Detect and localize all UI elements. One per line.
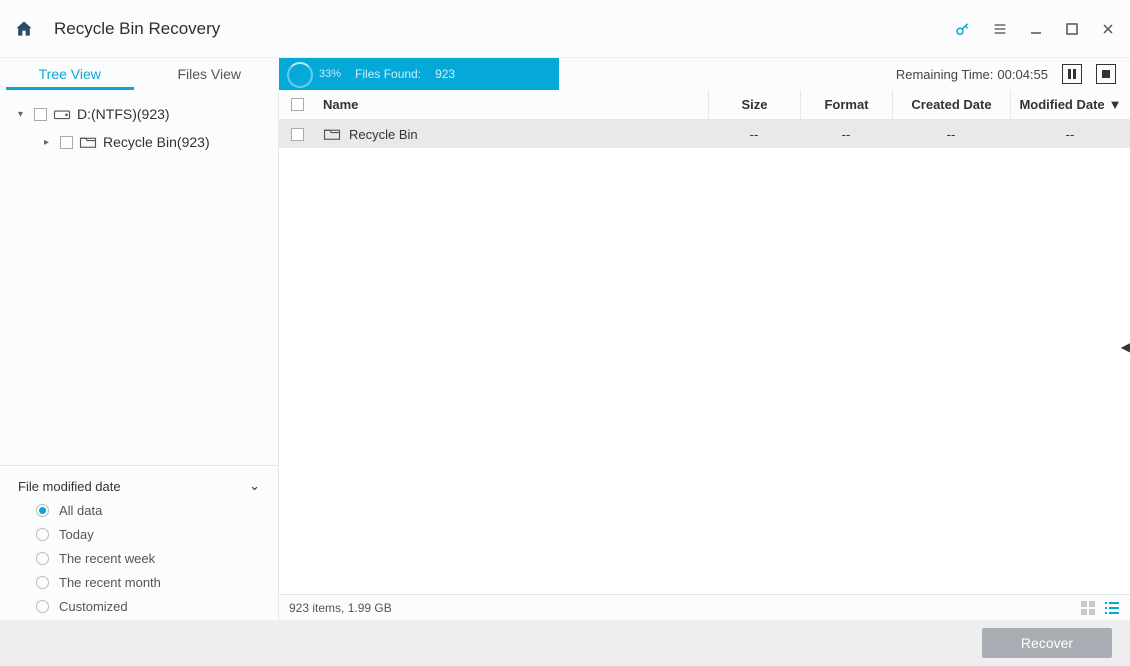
row-modified: -- [1010,120,1130,148]
filter-option-custom[interactable]: Customized [18,594,260,618]
recover-button[interactable]: Recover [982,628,1112,658]
tree-root-label: D:(NTFS)(923) [77,106,170,122]
row-format: -- [800,120,892,148]
radio[interactable] [36,600,49,613]
col-created[interactable]: Created Date [892,90,1010,119]
row-name: Recycle Bin [349,127,418,142]
drive-icon [53,107,71,121]
stop-button[interactable] [1096,64,1116,84]
row-created: -- [892,120,1010,148]
progress-percent: 33% [319,68,341,80]
tree-root[interactable]: ▾ D:(NTFS)(923) [0,100,278,128]
col-modified[interactable]: Modified Date ▼ [1010,90,1130,119]
view-toggle [1080,600,1120,616]
filter-option-label: The recent week [59,551,155,566]
list-view-icon[interactable] [1104,600,1120,616]
filter-option-week[interactable]: The recent week [18,546,260,570]
tab-files-view[interactable]: Files View [140,58,280,90]
folder-icon [79,135,97,149]
checkbox[interactable] [60,136,73,149]
content: Name Size Format Created Date Modified D… [279,90,1130,620]
caret-right-icon[interactable]: ▸ [44,137,54,148]
radio[interactable] [36,528,49,541]
main-area: ▾ D:(NTFS)(923) ▸ Recycle Bin(923) File … [0,90,1130,620]
tree-child[interactable]: ▸ Recycle Bin(923) [0,128,278,156]
progress-count: 923 [435,67,455,81]
filter-option-label: Today [59,527,94,542]
select-all-checkbox[interactable] [279,98,315,111]
sidebar: ▾ D:(NTFS)(923) ▸ Recycle Bin(923) File … [0,90,279,620]
tree: ▾ D:(NTFS)(923) ▸ Recycle Bin(923) [0,90,278,465]
radio[interactable] [36,552,49,565]
statusbar: 923 items, 1.99 GB [279,594,1130,620]
col-format[interactable]: Format [800,90,892,119]
progress-label: Files Found: [355,67,421,81]
menu-icon[interactable] [992,21,1008,37]
remaining-label: Remaining Time: [896,67,994,82]
pause-button[interactable] [1062,64,1082,84]
status-summary: 923 items, 1.99 GB [289,601,392,615]
status-row: Tree View Files View 33% Files Found: 92… [0,58,1130,90]
filter-title: File modified date [18,479,121,494]
folder-icon [323,127,341,141]
minimize-button[interactable] [1028,21,1044,37]
filter-option-label: The recent month [59,575,161,590]
table-row[interactable]: Recycle Bin -- -- -- -- [279,120,1130,148]
expand-panel-icon[interactable]: ◀ [1121,340,1130,354]
col-size[interactable]: Size [708,90,800,119]
maximize-button[interactable] [1064,21,1080,37]
filter-header[interactable]: File modified date ⌄ [18,474,260,498]
filter-option-label: All data [59,503,102,518]
filter-option-label: Customized [59,599,128,614]
grid-view-icon[interactable] [1080,600,1096,616]
tab-tree-view[interactable]: Tree View [0,58,140,90]
row-checkbox[interactable] [291,128,304,141]
caret-down-icon[interactable]: ▾ [18,109,28,120]
titlebar: Recycle Bin Recovery [0,0,1130,58]
tree-child-label: Recycle Bin(923) [103,134,210,150]
col-modified-label: Modified Date [1019,97,1104,112]
table-header: Name Size Format Created Date Modified D… [279,90,1130,120]
close-button[interactable] [1100,21,1116,37]
progress-ring-icon [287,62,313,88]
filter-option-all[interactable]: All data [18,498,260,522]
row-size: -- [708,120,800,148]
view-tabs: Tree View Files View [0,58,279,90]
scan-progress: 33% Files Found: 923 [279,58,559,90]
footer: Recover [0,620,1130,666]
radio[interactable] [36,576,49,589]
scan-controls: Remaining Time: 00:04:55 [559,58,1130,90]
key-icon[interactable] [954,20,972,38]
chevron-down-icon: ⌄ [249,478,260,494]
remaining-value: 00:04:55 [997,67,1048,82]
home-icon[interactable] [14,19,34,39]
filter-panel: File modified date ⌄ All data Today The … [0,465,278,620]
checkbox[interactable] [34,108,47,121]
table-body-empty [279,148,1130,594]
col-name[interactable]: Name [315,97,708,112]
radio[interactable] [36,504,49,517]
sort-desc-icon: ▼ [1109,97,1122,112]
app-title: Recycle Bin Recovery [54,19,954,39]
filter-option-month[interactable]: The recent month [18,570,260,594]
titlebar-actions [954,20,1116,38]
filter-option-today[interactable]: Today [18,522,260,546]
